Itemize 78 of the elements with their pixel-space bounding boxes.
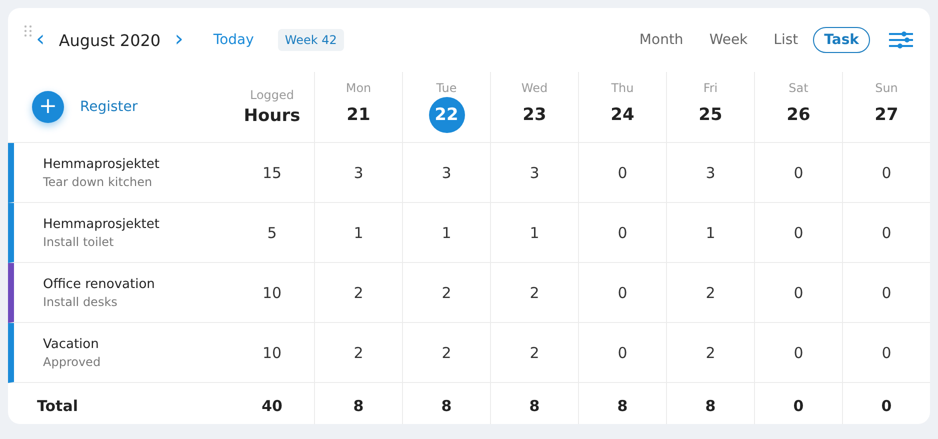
weekday-label: Tue bbox=[436, 81, 457, 95]
task-name: Install toilet bbox=[43, 234, 115, 248]
today-button[interactable]: Today bbox=[207, 31, 260, 49]
task-name: Approved bbox=[43, 354, 102, 368]
weekday-label: Sat bbox=[788, 81, 808, 95]
project-name: Hemmaprosjektet bbox=[43, 156, 160, 172]
filter-settings-icon[interactable] bbox=[888, 31, 914, 49]
logged-hours-cell: 10 bbox=[230, 323, 314, 383]
day-number[interactable]: 24 bbox=[604, 97, 640, 133]
hours-cell[interactable]: 0 bbox=[578, 323, 666, 383]
hours-cell[interactable]: 1 bbox=[490, 203, 578, 263]
hours-cell[interactable]: 2 bbox=[490, 323, 578, 383]
hours-cell[interactable]: 0 bbox=[842, 203, 930, 263]
total-logged-cell-text: 40 bbox=[260, 396, 284, 417]
logged-hours-cell: 10 bbox=[230, 263, 314, 323]
view-tab[interactable]: Week bbox=[698, 27, 759, 53]
hours-cell[interactable]: 0 bbox=[754, 143, 842, 203]
total-hours-cell: 8 bbox=[578, 383, 666, 424]
hours-cell[interactable]: 0 bbox=[754, 323, 842, 383]
hours-cell[interactable]: 1 bbox=[402, 203, 490, 263]
column-heading: Hours bbox=[244, 106, 300, 126]
hours-cell[interactable]: 0 bbox=[842, 263, 930, 323]
view-tab[interactable]: Month bbox=[628, 27, 694, 53]
hours-cell[interactable]: 0 bbox=[578, 203, 666, 263]
project-name: Office renovation bbox=[43, 276, 156, 292]
month-title: August 2020 bbox=[58, 30, 161, 50]
total-hours-cell: 8 bbox=[314, 383, 402, 424]
hours-cell[interactable]: 3 bbox=[490, 143, 578, 203]
next-button[interactable]: › bbox=[170, 29, 188, 51]
project-name: Vacation bbox=[43, 336, 100, 352]
day-number[interactable]: 22 bbox=[428, 97, 464, 133]
total-hours-cell: 8 bbox=[402, 383, 490, 424]
view-tab[interactable]: List bbox=[762, 27, 810, 53]
weekday-label: Mon bbox=[346, 81, 372, 95]
hours-cell[interactable]: 2 bbox=[314, 263, 402, 323]
total-hours-cell: 8 bbox=[666, 383, 754, 424]
view-tab[interactable]: Task bbox=[813, 27, 870, 53]
hours-cell[interactable]: 3 bbox=[314, 143, 402, 203]
day-number[interactable]: 26 bbox=[780, 97, 816, 133]
task-name: Install desks bbox=[43, 294, 118, 308]
hours-cell[interactable]: 3 bbox=[402, 143, 490, 203]
day-number[interactable]: 23 bbox=[516, 97, 552, 133]
logged-hours-cell: 5 bbox=[230, 203, 314, 263]
weekday-label: Sun bbox=[875, 81, 898, 95]
task-name: Tear down kitchen bbox=[43, 174, 154, 188]
hours-cell[interactable]: 2 bbox=[402, 263, 490, 323]
hours-cell[interactable]: 0 bbox=[578, 263, 666, 323]
hours-cell[interactable]: 0 bbox=[842, 323, 930, 383]
day-number[interactable]: 27 bbox=[868, 97, 904, 133]
day-number[interactable]: 21 bbox=[340, 97, 376, 133]
hours-cell[interactable]: 3 bbox=[666, 143, 754, 203]
drag-handle-icon[interactable] bbox=[24, 25, 32, 37]
previous-button[interactable]: ‹ bbox=[32, 29, 49, 51]
hours-cell[interactable]: 2 bbox=[314, 323, 402, 383]
hours-cell[interactable]: 2 bbox=[402, 323, 490, 383]
total-hours-cell: 8 bbox=[490, 383, 578, 424]
hours-cell[interactable]: 0 bbox=[842, 143, 930, 203]
total-label: Total bbox=[36, 396, 79, 417]
hours-cell[interactable]: 1 bbox=[666, 203, 754, 263]
hours-cell[interactable]: 0 bbox=[754, 263, 842, 323]
week-label: Week 42 bbox=[278, 29, 344, 51]
add-button[interactable]: + bbox=[32, 91, 64, 123]
hours-cell[interactable]: 0 bbox=[754, 203, 842, 263]
weekday-label: Thu bbox=[611, 81, 634, 95]
total-hours-cell: 0 bbox=[754, 383, 842, 424]
hours-cell[interactable]: 2 bbox=[490, 263, 578, 323]
hours-cell[interactable]: 2 bbox=[666, 263, 754, 323]
column-caption: Logged bbox=[250, 88, 294, 102]
total-hours-cell: 0 bbox=[842, 383, 930, 424]
project-name: Hemmaprosjektet bbox=[43, 216, 160, 232]
day-number[interactable]: 25 bbox=[692, 97, 728, 133]
hours-cell[interactable]: 0 bbox=[578, 143, 666, 203]
hours-cell[interactable]: 2 bbox=[666, 323, 754, 383]
logged-hours-cell: 15 bbox=[230, 143, 314, 203]
register-link[interactable]: Register bbox=[74, 98, 144, 116]
weekday-label: Fri bbox=[703, 81, 718, 95]
weekday-label: Wed bbox=[521, 81, 548, 95]
hours-cell[interactable]: 1 bbox=[314, 203, 402, 263]
